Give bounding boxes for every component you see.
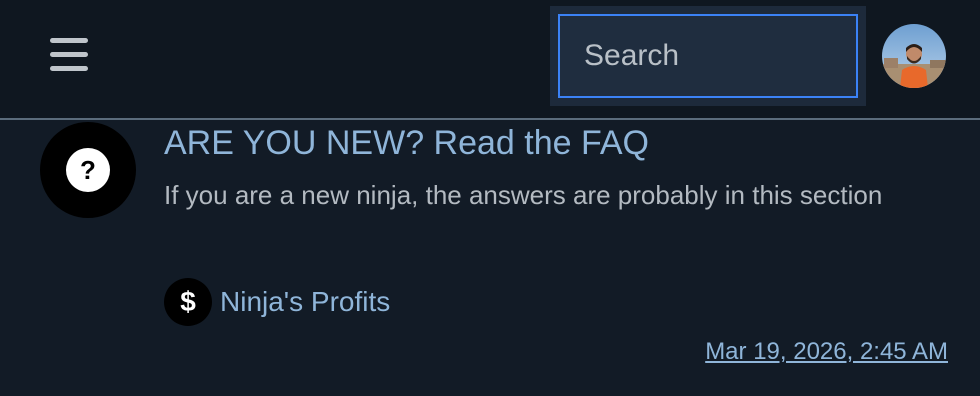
question-mark-glyph: ? [66,148,110,192]
user-avatar[interactable] [882,24,946,88]
question-mark-icon: ? [40,122,136,218]
post-title-link[interactable]: ARE YOU NEW? Read the FAQ [164,124,649,163]
dollar-icon: $ [164,278,212,326]
post-timestamp-link[interactable]: Mar 19, 2026, 2:45 AM [705,338,948,366]
search-container [550,6,866,106]
hamburger-menu-icon[interactable] [50,38,90,72]
avatar-image [882,24,946,88]
category-link[interactable]: Ninja's Profits [220,286,390,318]
search-input[interactable] [558,14,858,98]
top-header [0,0,980,120]
post-item: ? ARE YOU NEW? Read the FAQ If you are a… [0,120,980,396]
post-description: If you are a new ninja, the answers are … [164,180,883,210]
